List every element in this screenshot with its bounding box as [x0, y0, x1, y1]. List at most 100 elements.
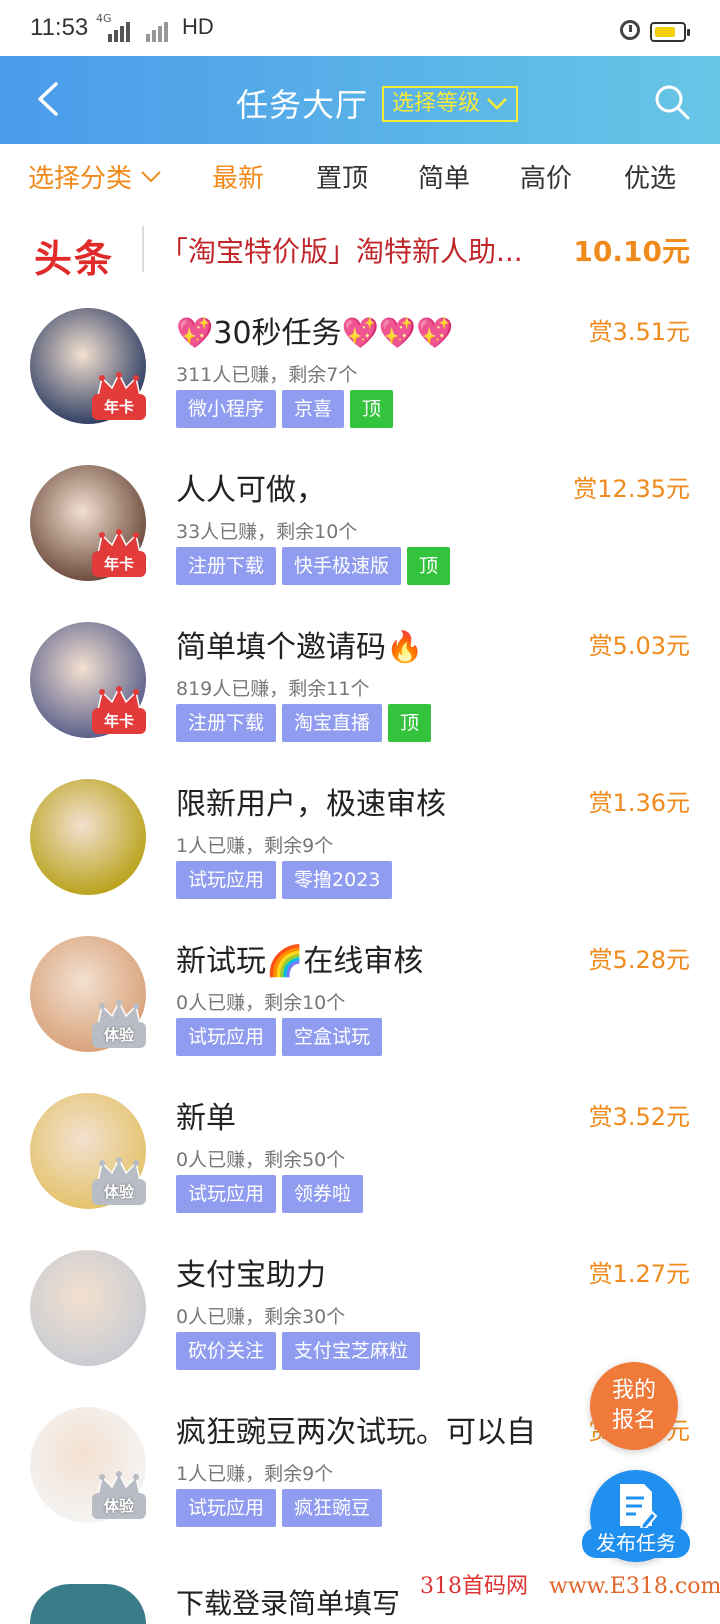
headline-logo: 头条 — [34, 237, 115, 281]
publish-task-button[interactable]: 发布任务 — [582, 1470, 690, 1562]
tab-high-price[interactable]: 高价 — [520, 158, 572, 195]
level-select-label: 选择等级 — [392, 91, 481, 116]
headline-price: 10.10元 — [573, 235, 690, 268]
task-tag: 微小程序 — [176, 390, 277, 428]
task-title: 新单 — [176, 1101, 236, 1136]
badge-label: 年卡 — [92, 394, 146, 420]
task-tag: 砍价关注 — [176, 1332, 277, 1370]
my-signup-button[interactable]: 我的 报名 — [590, 1362, 678, 1450]
task-row[interactable]: 年卡 人人可做， 赏12.35元 33人已赚，剩余10个注册下载 快手极速版顶 — [0, 447, 720, 607]
task-tag: 零撸2023 — [282, 861, 393, 899]
task-tag: 试玩应用 — [176, 1489, 277, 1527]
task-tags: 砍价关注 支付宝芝麻粒 — [176, 1332, 421, 1370]
battery-icon — [650, 22, 690, 42]
task-reward: 赏3.52元 — [588, 1103, 690, 1131]
task-tag: 注册下载 — [176, 704, 277, 742]
tab-newest[interactable]: 最新 — [212, 158, 264, 195]
task-tag: 疯狂豌豆 — [282, 1489, 383, 1527]
task-meta: 0人已赚，剩余50个 — [176, 1149, 346, 1171]
task-title: 新试玩🌈在线审核 — [176, 944, 424, 979]
filter-tabs: 选择分类 最新 置顶 简单 高价 优选 — [0, 144, 720, 212]
task-reward: 赏1.36元 — [588, 789, 690, 817]
task-meta: 33人已赚，剩余10个 — [176, 521, 358, 543]
tab-category[interactable]: 选择分类 — [28, 158, 162, 195]
task-row[interactable]: 体验 新试玩🌈在线审核 赏5.28元 0人已赚，剩余10个 试玩应用 空盒试玩 — [0, 918, 720, 1078]
badge-label: 体验 — [92, 1493, 146, 1519]
pinned-tag: 顶 — [350, 390, 394, 428]
membership-badge: 年卡 — [90, 372, 148, 424]
task-title: 人人可做， — [176, 473, 326, 508]
task-reward: 赏1.27元 — [588, 1260, 690, 1288]
task-tag: 试玩应用 — [176, 1175, 277, 1213]
task-tag: 领券啦 — [282, 1175, 364, 1213]
status-bar: 11:53 4G HD — [0, 0, 720, 56]
task-tag: 快手极速版 — [282, 547, 402, 585]
task-meta: 311人已赚，剩余7个 — [176, 364, 358, 386]
task-reward: 赏5.03元 — [588, 632, 690, 660]
tab-pinned[interactable]: 置顶 — [316, 158, 368, 195]
my-signup-label-2: 报名 — [611, 1408, 656, 1433]
task-tag: 京喜 — [282, 390, 345, 428]
task-meta: 1人已赚，剩余9个 — [176, 1463, 334, 1485]
task-tag: 空盒试玩 — [282, 1018, 383, 1056]
badge-label: 体验 — [92, 1179, 146, 1205]
badge-label: 年卡 — [92, 551, 146, 577]
my-signup-label-1: 我的 — [611, 1378, 656, 1403]
task-tag: 试玩应用 — [176, 861, 277, 899]
task-tag: 支付宝芝麻粒 — [282, 1332, 421, 1370]
task-title: 疯狂豌豆两次试玩。可以自 — [176, 1415, 536, 1450]
alarm-icon — [620, 20, 640, 40]
avatar — [30, 779, 146, 895]
headline-banner[interactable]: 头条 「淘宝特价版」淘特新人助... 10.10元 — [0, 212, 720, 288]
tab-preferred[interactable]: 优选 — [624, 158, 676, 195]
task-reward: 赏5.28元 — [588, 946, 690, 974]
task-reward: 赏3.51元 — [588, 318, 690, 346]
hd-indicator: HD — [182, 14, 214, 39]
membership-badge: 体验 — [90, 1157, 148, 1209]
task-tags: 微小程序 京喜顶 — [176, 390, 394, 428]
membership-badge: 年卡 — [90, 686, 148, 738]
task-meta: 819人已赚，剩余11个 — [176, 678, 370, 700]
badge-label: 年卡 — [92, 708, 146, 734]
task-row[interactable]: 体验 新单 赏3.52元 0人已赚，剩余50个试玩应用 领券啦 — [0, 1075, 720, 1235]
tab-category-label: 选择分类 — [28, 164, 133, 194]
avatar — [30, 1584, 146, 1624]
task-meta: 0人已赚，剩余30个 — [176, 1306, 346, 1328]
page-title: 任务大厅 — [236, 86, 369, 124]
document-edit-icon — [620, 1484, 658, 1530]
avatar — [30, 1250, 146, 1366]
status-time: 11:53 — [30, 14, 89, 41]
chevron-down-icon — [141, 170, 161, 182]
task-tags: 试玩应用 空盒试玩 — [176, 1018, 383, 1056]
back-icon[interactable] — [30, 80, 68, 118]
task-tags: 试玩应用 领券啦 — [176, 1175, 364, 1213]
task-meta: 1人已赚，剩余9个 — [176, 835, 334, 857]
task-title: 💖30秒任务💖💖💖 — [176, 316, 454, 351]
membership-badge: 体验 — [90, 1000, 148, 1052]
publish-task-label: 发布任务 — [582, 1528, 690, 1558]
task-tag: 淘宝直播 — [282, 704, 383, 742]
watermark-url: www.E318.com — [549, 1574, 720, 1599]
signal-icon — [108, 18, 136, 42]
tab-simple[interactable]: 简单 — [418, 158, 470, 195]
task-row[interactable]: 年卡 简单填个邀请码🔥 赏5.03元 819人已赚，剩余11个 注册下载 淘宝直播顶 — [0, 604, 720, 764]
task-title: 支付宝助力 — [176, 1258, 326, 1293]
task-tag: 注册下载 — [176, 547, 277, 585]
task-tags: 注册下载 淘宝直播顶 — [176, 704, 432, 742]
search-icon[interactable] — [652, 82, 692, 122]
task-tags: 注册下载 快手极速版顶 — [176, 547, 451, 585]
task-tags: 试玩应用 零撸2023 — [176, 861, 393, 899]
headline-divider — [142, 226, 144, 272]
task-reward: 赏12.35元 — [573, 475, 690, 503]
task-row[interactable]: 限新用户，极速审核 赏1.36元 1人已赚，剩余9个试玩应用 零撸2023 — [0, 761, 720, 921]
task-title: 下载登录简单填写 — [176, 1587, 401, 1620]
watermark-prefix: 318首码网 — [420, 1574, 528, 1599]
membership-badge: 体验 — [90, 1471, 148, 1523]
pinned-tag: 顶 — [388, 704, 432, 742]
app-header: 任务大厅 选择等级 — [0, 56, 720, 144]
membership-badge: 年卡 — [90, 529, 148, 581]
task-tag: 试玩应用 — [176, 1018, 277, 1056]
level-select-dropdown[interactable]: 选择等级 — [382, 86, 519, 122]
task-row[interactable]: 年卡 💖30秒任务💖💖💖 赏3.51元 311人已赚，剩余7个微小程序 京喜顶 — [0, 290, 720, 450]
task-title: 限新用户，极速审核 — [176, 787, 446, 822]
